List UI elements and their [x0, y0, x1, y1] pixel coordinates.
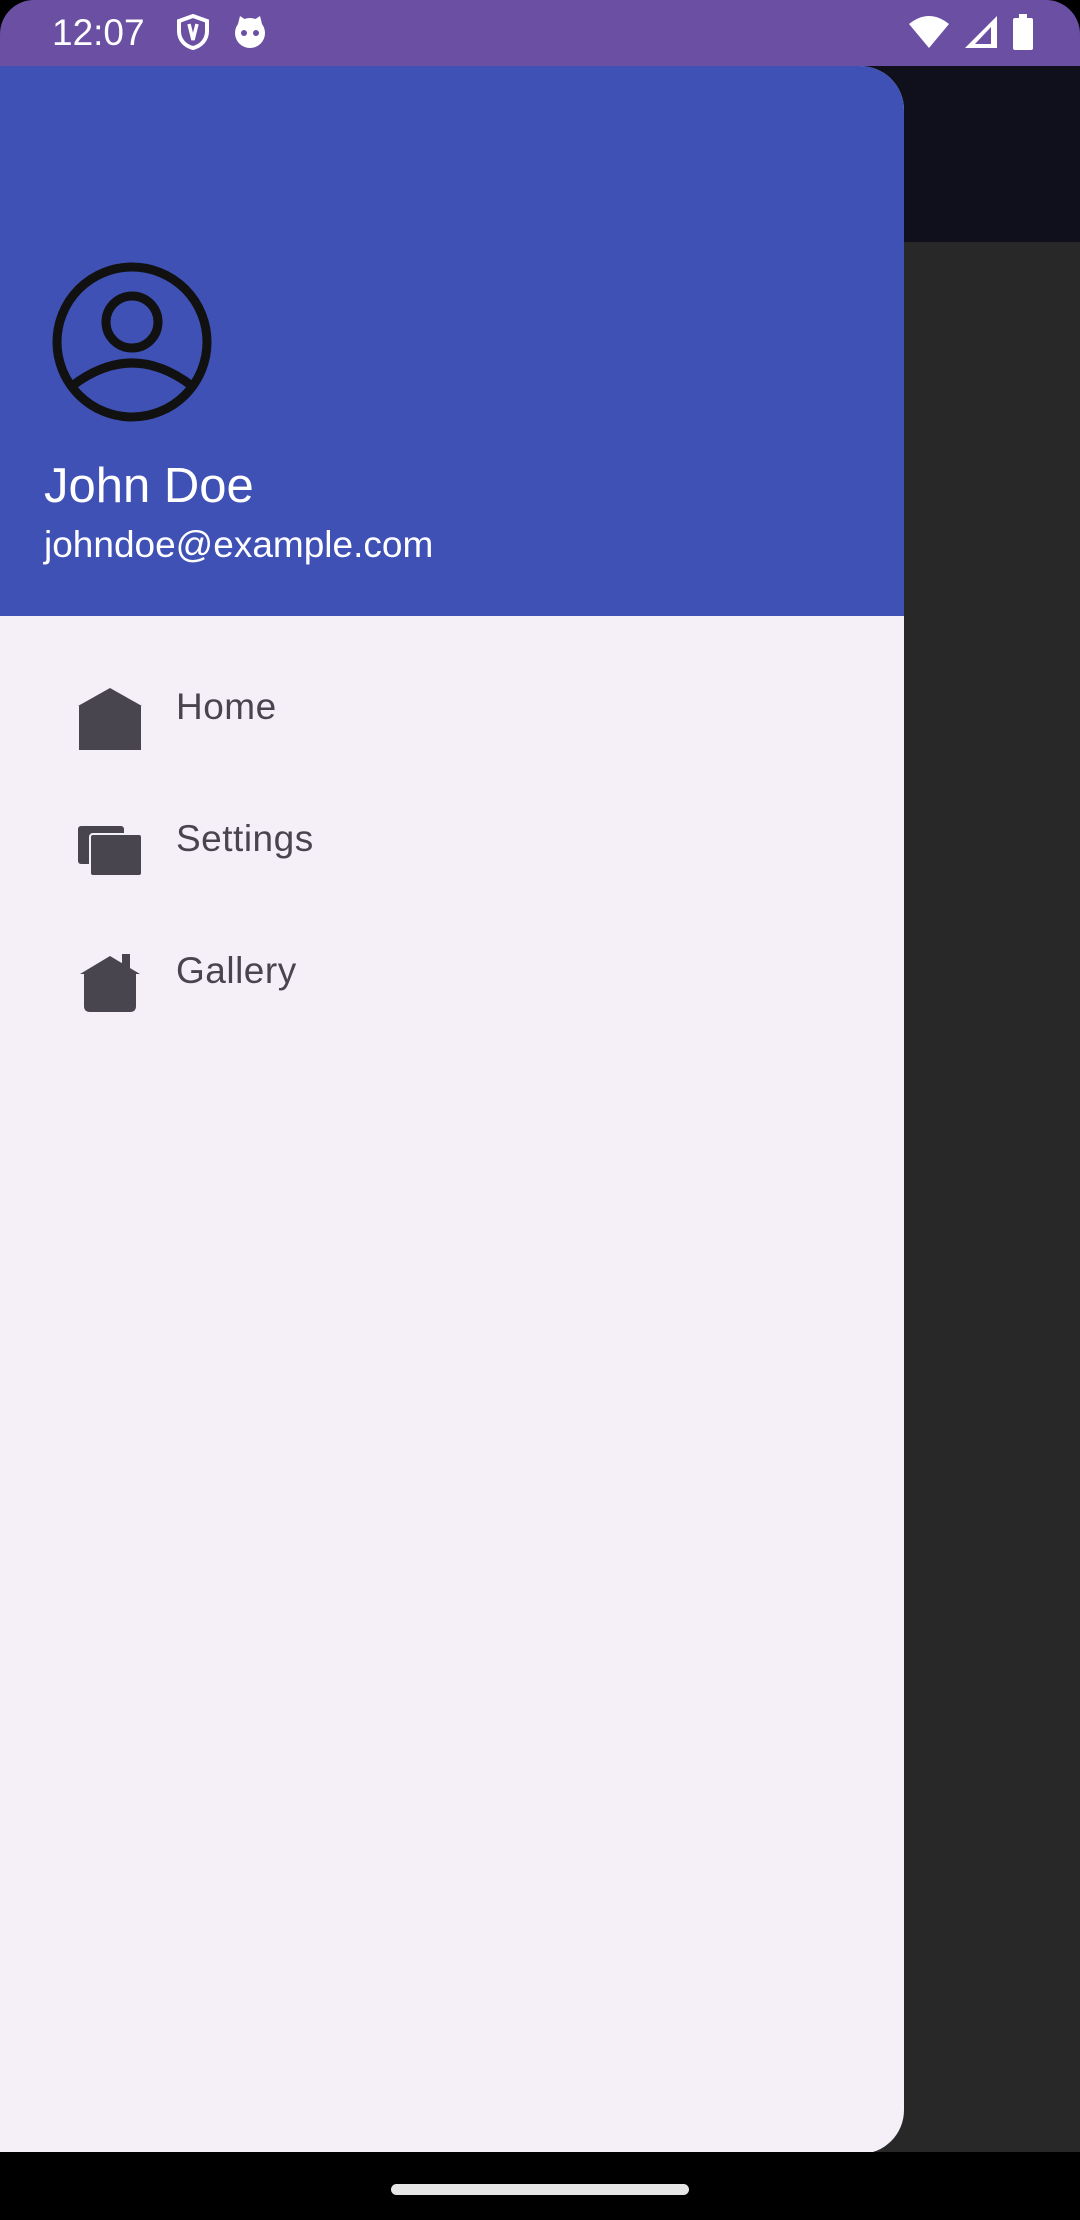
- shield-icon: [176, 13, 210, 55]
- drawer-menu: Home Settings Gallery: [0, 642, 904, 1038]
- wifi-icon: [908, 15, 950, 54]
- drawer-item-label: Settings: [176, 818, 314, 859]
- account-circle-icon: [50, 260, 214, 424]
- drawer-item-home[interactable]: Home: [0, 642, 904, 774]
- home-icon: [76, 684, 144, 752]
- drawer-item-gallery[interactable]: Gallery: [0, 906, 904, 1038]
- settings-icon: [76, 816, 144, 884]
- cat-icon: [232, 14, 268, 55]
- drawer-header: John Doe johndoe@example.com: [0, 66, 904, 616]
- drawer-item-settings[interactable]: Settings: [0, 774, 904, 906]
- signal-icon: [964, 15, 998, 54]
- drawer-item-label: Gallery: [176, 950, 297, 991]
- navigation-bar: [0, 2152, 1080, 2220]
- home-gesture-handle[interactable]: [391, 2184, 689, 2195]
- status-right-icons: [908, 14, 1034, 55]
- drawer-item-label: Home: [176, 686, 277, 727]
- gallery-icon: [76, 948, 144, 1016]
- user-email: johndoe@example.com: [44, 524, 434, 565]
- battery-icon: [1012, 14, 1034, 55]
- status-left-icons: [176, 13, 268, 55]
- navigation-drawer: John Doe johndoe@example.com Home Settin…: [0, 66, 904, 2154]
- status-time: 12:07: [52, 12, 145, 53]
- status-bar: 12:07: [0, 0, 1080, 66]
- user-name: John Doe: [44, 459, 254, 513]
